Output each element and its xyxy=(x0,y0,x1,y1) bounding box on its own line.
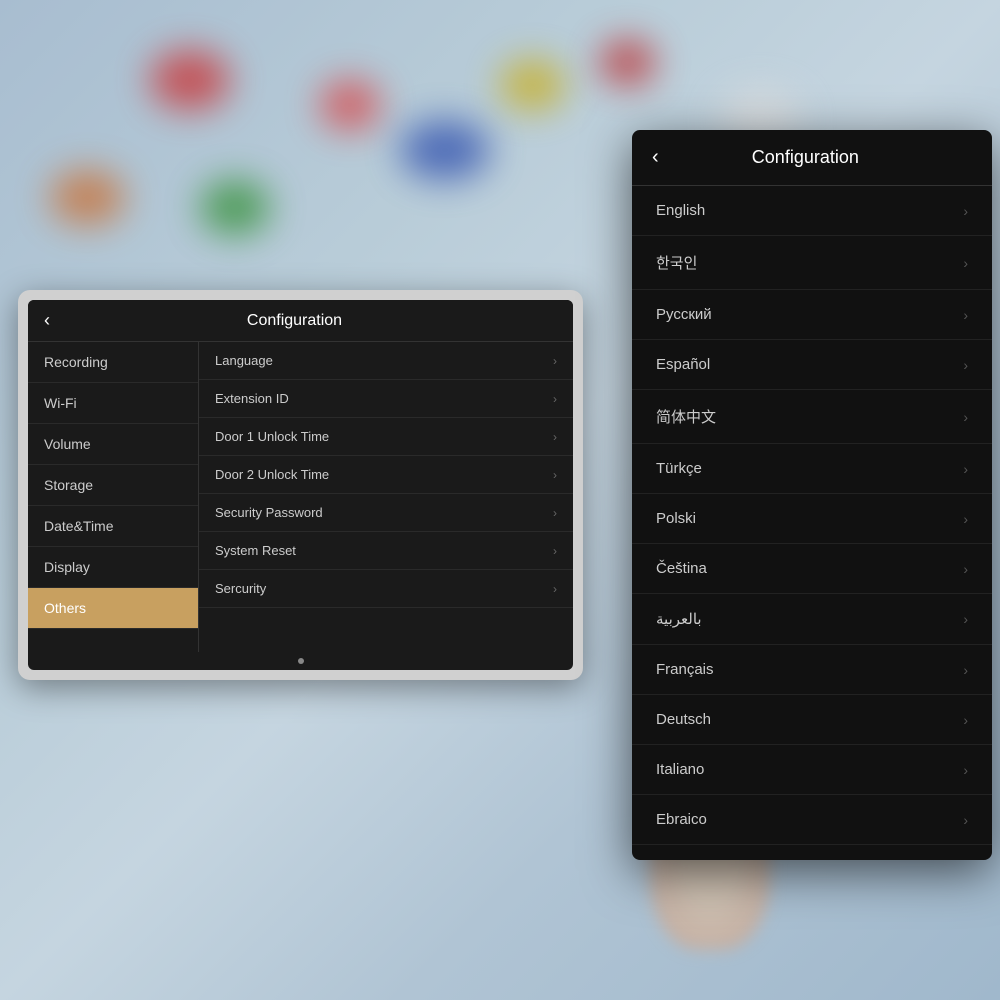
lang-item-spanish-label: Español xyxy=(656,356,710,373)
lang-item-korean-chevron: › xyxy=(963,255,968,271)
lang-panel: ‹ Configuration English›한국인›Русский›Espa… xyxy=(632,130,992,860)
menu-item-door2-unlock[interactable]: Door 2 Unlock Time › xyxy=(199,456,573,494)
menu-item-security-password-chevron: › xyxy=(553,506,557,520)
menu-item-system-reset[interactable]: System Reset › xyxy=(199,532,573,570)
lang-item-english[interactable]: English › xyxy=(632,186,992,236)
lang-list: English › 한국인 › Русский › Español › 简体中文 › Türkçe ›… xyxy=(632,186,992,860)
sidebar-item-others[interactable]: Others xyxy=(28,588,198,629)
lang-item-german-chevron: › xyxy=(963,712,968,728)
menu-item-security-password-label: Security Password xyxy=(215,505,323,520)
device-title: Configuration xyxy=(62,312,527,330)
lang-item-turkish[interactable]: Türkçe › xyxy=(632,444,992,494)
menu-item-system-reset-chevron: › xyxy=(553,544,557,558)
lang-item-chinese-label: 简体中文 xyxy=(656,406,716,427)
lang-item-arabic-chevron: › xyxy=(963,611,968,627)
lang-item-italian-label: Italiano xyxy=(656,761,704,778)
blob-red xyxy=(150,50,230,110)
lang-back-button[interactable]: ‹ xyxy=(652,146,659,169)
lang-item-polish[interactable]: Polski › xyxy=(632,494,992,544)
menu-item-language-chevron: › xyxy=(553,354,557,368)
lang-item-english-chevron: › xyxy=(963,203,968,219)
menu-item-language[interactable]: Language › xyxy=(199,342,573,380)
lang-item-czech[interactable]: Čeština › xyxy=(632,544,992,594)
menu-item-security-password[interactable]: Security Password › xyxy=(199,494,573,532)
lang-item-czech-label: Čeština xyxy=(656,560,707,577)
lang-title: Configuration xyxy=(675,147,936,168)
lang-item-russian-label: Русский xyxy=(656,306,712,323)
menu-item-door2-unlock-chevron: › xyxy=(553,468,557,482)
lang-item-chinese[interactable]: 简体中文 › xyxy=(632,390,992,444)
lang-item-korean-label: 한국인 xyxy=(656,252,697,273)
sidebar-item-recording[interactable]: Recording xyxy=(28,342,198,383)
lang-item-french[interactable]: Français › xyxy=(632,645,992,695)
device-dot xyxy=(298,658,304,664)
lang-item-spanish[interactable]: Español › xyxy=(632,340,992,390)
lang-header: ‹ Configuration xyxy=(632,130,992,186)
blob-yellow xyxy=(500,60,565,110)
menu-item-sercurity-label: Sercurity xyxy=(215,581,266,596)
blob-blue xyxy=(400,120,490,180)
lang-item-czech-chevron: › xyxy=(963,561,968,577)
lang-item-polish-chevron: › xyxy=(963,511,968,527)
sidebar-item-datetime[interactable]: Date&Time xyxy=(28,506,198,547)
sidebar-item-display[interactable]: Display xyxy=(28,547,198,588)
blob-red2 xyxy=(320,80,380,130)
lang-item-hebrew-label: Ebraico xyxy=(656,811,707,828)
lang-item-french-chevron: › xyxy=(963,662,968,678)
sidebar-item-wifi[interactable]: Wi-Fi xyxy=(28,383,198,424)
lang-item-german-label: Deutsch xyxy=(656,711,711,728)
lang-item-french-label: Français xyxy=(656,661,714,678)
lang-item-russian[interactable]: Русский › xyxy=(632,290,992,340)
lang-item-russian-chevron: › xyxy=(963,307,968,323)
sidebar-item-storage[interactable]: Storage xyxy=(28,465,198,506)
device-screen: ‹ Configuration Recording Wi-Fi Volume S… xyxy=(28,300,573,670)
menu-item-extension-id-chevron: › xyxy=(553,392,557,406)
device-back-button[interactable]: ‹ xyxy=(44,310,50,331)
lang-item-spanish-chevron: › xyxy=(963,357,968,373)
device-panel: ‹ Configuration Recording Wi-Fi Volume S… xyxy=(18,290,583,680)
lang-item-turkish-label: Türkçe xyxy=(656,460,702,477)
menu-item-system-reset-label: System Reset xyxy=(215,543,296,558)
device-content: Recording Wi-Fi Volume Storage Date&Time… xyxy=(28,342,573,652)
lang-item-english-label: English xyxy=(656,202,705,219)
sidebar-item-volume[interactable]: Volume xyxy=(28,424,198,465)
menu-item-door1-unlock-chevron: › xyxy=(553,430,557,444)
lang-item-german[interactable]: Deutsch › xyxy=(632,695,992,745)
lang-item-hebrew-chevron: › xyxy=(963,812,968,828)
lang-item-polish-label: Polski xyxy=(656,510,696,527)
lang-item-italian-chevron: › xyxy=(963,762,968,778)
lang-item-turkish-chevron: › xyxy=(963,461,968,477)
device-header: ‹ Configuration xyxy=(28,300,573,342)
menu-item-sercurity[interactable]: Sercurity › xyxy=(199,570,573,608)
menu-item-door1-unlock[interactable]: Door 1 Unlock Time › xyxy=(199,418,573,456)
menu-item-door2-unlock-label: Door 2 Unlock Time xyxy=(215,467,329,482)
menu-item-door1-unlock-label: Door 1 Unlock Time xyxy=(215,429,329,444)
lang-item-korean[interactable]: 한국인 › xyxy=(632,236,992,290)
lang-item-hebrew[interactable]: Ebraico › xyxy=(632,795,992,845)
lang-item-arabic-label: بالعربية xyxy=(656,610,702,628)
lang-item-chinese-chevron: › xyxy=(963,409,968,425)
lang-item-arabic[interactable]: بالعربية › xyxy=(632,594,992,645)
blob-orange xyxy=(50,170,125,225)
menu-item-language-label: Language xyxy=(215,353,273,368)
blob-red3 xyxy=(600,40,655,85)
lang-item-italian[interactable]: Italiano › xyxy=(632,745,992,795)
menu-item-extension-id[interactable]: Extension ID › xyxy=(199,380,573,418)
lang-item-portuguese[interactable]: Português› xyxy=(632,845,992,860)
menu-item-sercurity-chevron: › xyxy=(553,582,557,596)
blob-green xyxy=(200,180,270,235)
menu-item-extension-id-label: Extension ID xyxy=(215,391,289,406)
device-menu: Language › Extension ID › Door 1 Unlock … xyxy=(198,342,573,652)
device-sidebar: Recording Wi-Fi Volume Storage Date&Time… xyxy=(28,342,198,652)
